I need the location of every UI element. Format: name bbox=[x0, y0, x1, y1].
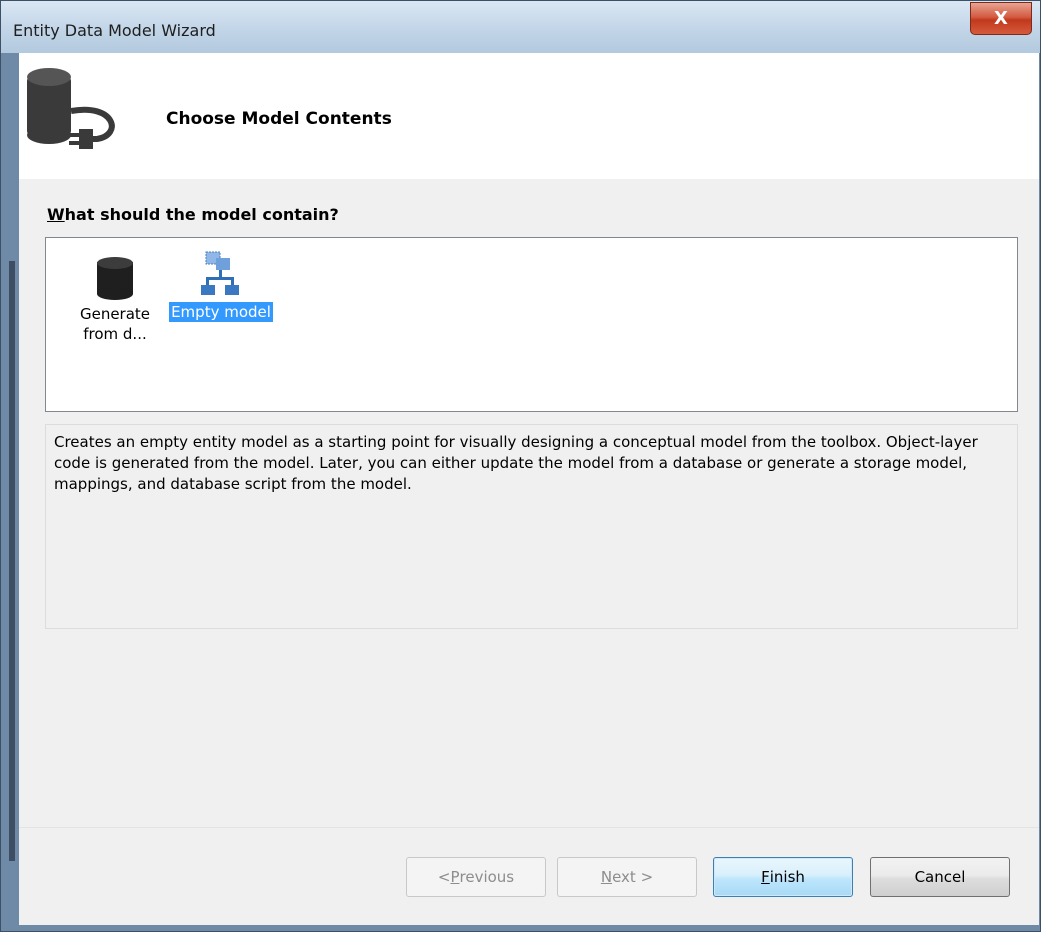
description-text: Creates an empty entity model as a start… bbox=[45, 424, 1018, 629]
database-connect-icon bbox=[27, 68, 115, 149]
model-contents-label: What should the model contain? bbox=[47, 205, 339, 224]
window-title: Entity Data Model Wizard bbox=[13, 21, 216, 40]
model-contents-list[interactable]: Generate from d... Empty model bbox=[45, 237, 1018, 412]
finish-button[interactable]: Finish bbox=[713, 857, 853, 897]
database-icon bbox=[97, 257, 133, 300]
close-icon: X bbox=[994, 8, 1008, 29]
empty-model-icon bbox=[201, 251, 239, 295]
list-item-generate-from-database[interactable]: Generate from d... bbox=[60, 246, 170, 344]
footer-divider bbox=[19, 827, 1039, 828]
item-label: Generate from d... bbox=[79, 305, 151, 343]
page-title: Choose Model Contents bbox=[166, 109, 392, 129]
previous-button[interactable]: < Previous bbox=[406, 857, 546, 897]
frame-edge bbox=[9, 261, 15, 861]
title-bar[interactable]: Entity Data Model Wizard X bbox=[1, 1, 1040, 53]
label-text: hat should the model contain? bbox=[64, 205, 339, 224]
close-button[interactable]: X bbox=[970, 2, 1032, 35]
cancel-button[interactable]: Cancel bbox=[870, 857, 1010, 897]
list-item-empty-model[interactable]: Empty model bbox=[166, 242, 276, 322]
item-label-selected: Empty model bbox=[169, 302, 273, 322]
access-key: W bbox=[47, 205, 65, 224]
next-button[interactable]: Next > bbox=[557, 857, 697, 897]
wizard-window: Entity Data Model Wizard X Choose Model … bbox=[0, 0, 1041, 932]
